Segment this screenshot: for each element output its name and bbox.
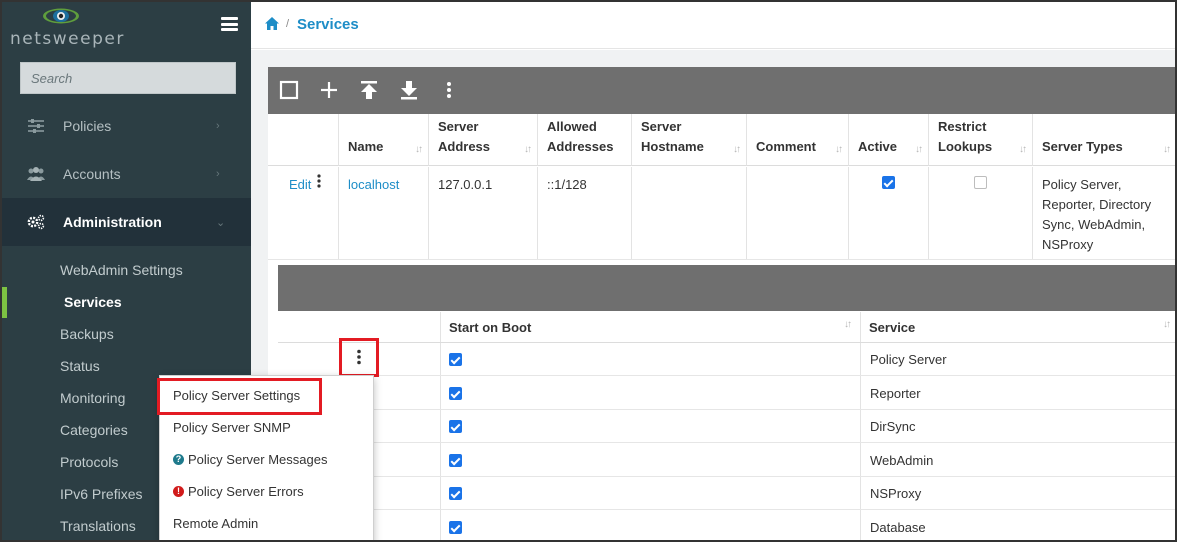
service-name: Reporter (870, 386, 921, 401)
column-header-server-types[interactable]: Server Types ↓↑ (1033, 114, 1175, 166)
table-toolbar (268, 67, 1175, 114)
table-row: Reporter (278, 377, 1175, 410)
sidebar-item-translations[interactable]: Translations (60, 518, 136, 534)
sidebar-item-categories[interactable]: Categories (60, 422, 128, 438)
start-on-boot-checkbox[interactable] (449, 487, 462, 500)
sort-icon: ↓↑ (415, 144, 423, 155)
sort-icon: ↓↑ (733, 144, 741, 155)
sidebar-item-services[interactable]: Services (64, 294, 122, 310)
column-header-restrict-lookups[interactable]: Restrict Lookups ↓↑ (929, 114, 1033, 166)
chevron-down-icon: ⌄ (216, 216, 226, 229)
table-row: NSProxy (278, 477, 1175, 510)
table-row: Database (278, 511, 1175, 540)
table-cell-comment (747, 167, 849, 259)
column-header-name[interactable]: Name ↓↑ (339, 114, 429, 166)
sidebar-item-webadmin-settings[interactable]: WebAdmin Settings (60, 262, 183, 278)
service-name: NSProxy (870, 486, 922, 501)
search-input[interactable] (21, 63, 235, 93)
chevron-right-icon: › (216, 168, 220, 180)
gears-icon (27, 214, 45, 230)
table-cell-allowed-addresses: ::1/128 (538, 167, 632, 259)
active-checkbox[interactable] (882, 176, 895, 189)
menu-toggle-icon[interactable] (221, 17, 238, 31)
table-row: WebAdmin (278, 444, 1175, 477)
netsweeper-logo-icon (43, 8, 79, 24)
highlight-box (339, 338, 379, 377)
column-header-allowed-addresses[interactable]: Allowed Addresses (538, 114, 632, 166)
sort-icon: ↓↑ (835, 144, 843, 155)
row-divider (268, 259, 1175, 260)
table-cell-server-hostname (632, 167, 747, 259)
help-circle-icon: ? (173, 454, 184, 465)
start-on-boot-checkbox[interactable] (449, 420, 462, 433)
more-vertical-icon[interactable] (316, 174, 322, 188)
download-icon[interactable] (398, 79, 420, 101)
column-header-actions (268, 114, 339, 166)
nav-item-accounts[interactable]: Accounts › (2, 150, 251, 198)
sidebar-item-ipv6-prefixes[interactable]: IPv6 Prefixes (60, 486, 142, 502)
column-header-active[interactable]: Active ↓↑ (849, 114, 929, 166)
table-row: DirSync (278, 410, 1175, 443)
table-cell-name: localhost (339, 167, 429, 259)
sort-icon: ↓↑ (1163, 144, 1171, 155)
service-name: DirSync (870, 419, 916, 434)
service-name: WebAdmin (870, 453, 934, 468)
sidebar-item-backups[interactable]: Backups (60, 326, 114, 342)
table-row: Policy Server (278, 343, 1175, 376)
app-window: netsweeper Policies › Accounts › (0, 0, 1177, 542)
sort-icon: ↓↑ (915, 144, 923, 155)
sidebar-item-protocols[interactable]: Protocols (60, 454, 118, 470)
sort-icon: ↓↑ (1019, 144, 1027, 155)
home-icon[interactable] (265, 17, 279, 30)
nav-label: Accounts (63, 166, 121, 182)
sidebar-item-status[interactable]: Status (60, 358, 100, 374)
sort-icon: ↓↑ (524, 144, 532, 155)
sort-icon: ↓↑ (1163, 319, 1171, 330)
nav-label: Policies (63, 118, 112, 134)
select-all-checkbox-icon[interactable] (278, 79, 300, 101)
brand-header: netsweeper (2, 2, 251, 50)
column-header-comment[interactable]: Comment ↓↑ (747, 114, 849, 166)
start-on-boot-checkbox[interactable] (449, 353, 462, 366)
subtable-header-service[interactable]: Service ↓↑ (860, 312, 1175, 343)
active-indicator (2, 287, 7, 318)
error-circle-icon: ! (173, 486, 184, 497)
column-header-server-address[interactable]: Server Address ↓↑ (429, 114, 538, 166)
service-name: Policy Server (870, 352, 947, 367)
sliders-icon (28, 119, 44, 133)
search-field[interactable] (20, 62, 236, 94)
more-vertical-icon[interactable] (438, 79, 460, 101)
brand-name: netsweeper (10, 29, 125, 49)
edit-link[interactable]: Edit (289, 175, 311, 195)
service-name: Database (870, 520, 926, 535)
page-title: Services (297, 16, 359, 33)
users-icon (27, 167, 45, 181)
menu-item-policy-server-snmp[interactable]: Policy Server SNMP (160, 412, 373, 444)
start-on-boot-checkbox[interactable] (449, 521, 462, 534)
add-icon[interactable] (318, 79, 340, 101)
nav-label: Administration (63, 214, 162, 230)
highlight-box (157, 378, 322, 415)
sidebar-item-monitoring[interactable]: Monitoring (60, 390, 125, 406)
menu-item-policy-server-errors[interactable]: ! Policy Server Errors (160, 476, 373, 508)
breadcrumb-separator: / (286, 18, 290, 30)
menu-item-remote-admin[interactable]: Remote Admin (160, 508, 373, 540)
chevron-right-icon: › (216, 120, 220, 132)
subtable-header-start-on-boot[interactable]: Start on Boot ↓↑ (440, 312, 860, 343)
table-cell-actions: Edit (268, 167, 339, 259)
start-on-boot-checkbox[interactable] (449, 387, 462, 400)
upload-icon[interactable] (358, 79, 380, 101)
services-subtable-header-bar (278, 265, 1175, 311)
table-cell-server-address: 127.0.0.1 (429, 167, 538, 259)
nav-item-policies[interactable]: Policies › (2, 102, 251, 150)
sort-icon: ↓↑ (844, 319, 852, 330)
server-name-link[interactable]: localhost (348, 175, 399, 195)
column-header-server-hostname[interactable]: Server Hostname ↓↑ (632, 114, 747, 166)
nav-item-administration[interactable]: Administration ⌄ (2, 198, 251, 246)
start-on-boot-checkbox[interactable] (449, 454, 462, 467)
menu-item-policy-server-messages[interactable]: ? Policy Server Messages (160, 444, 373, 476)
restrict-lookups-checkbox[interactable] (974, 176, 987, 189)
top-bar (251, 2, 1175, 49)
table-cell-server-types: Policy Server, Reporter, Directory Sync,… (1042, 177, 1152, 252)
